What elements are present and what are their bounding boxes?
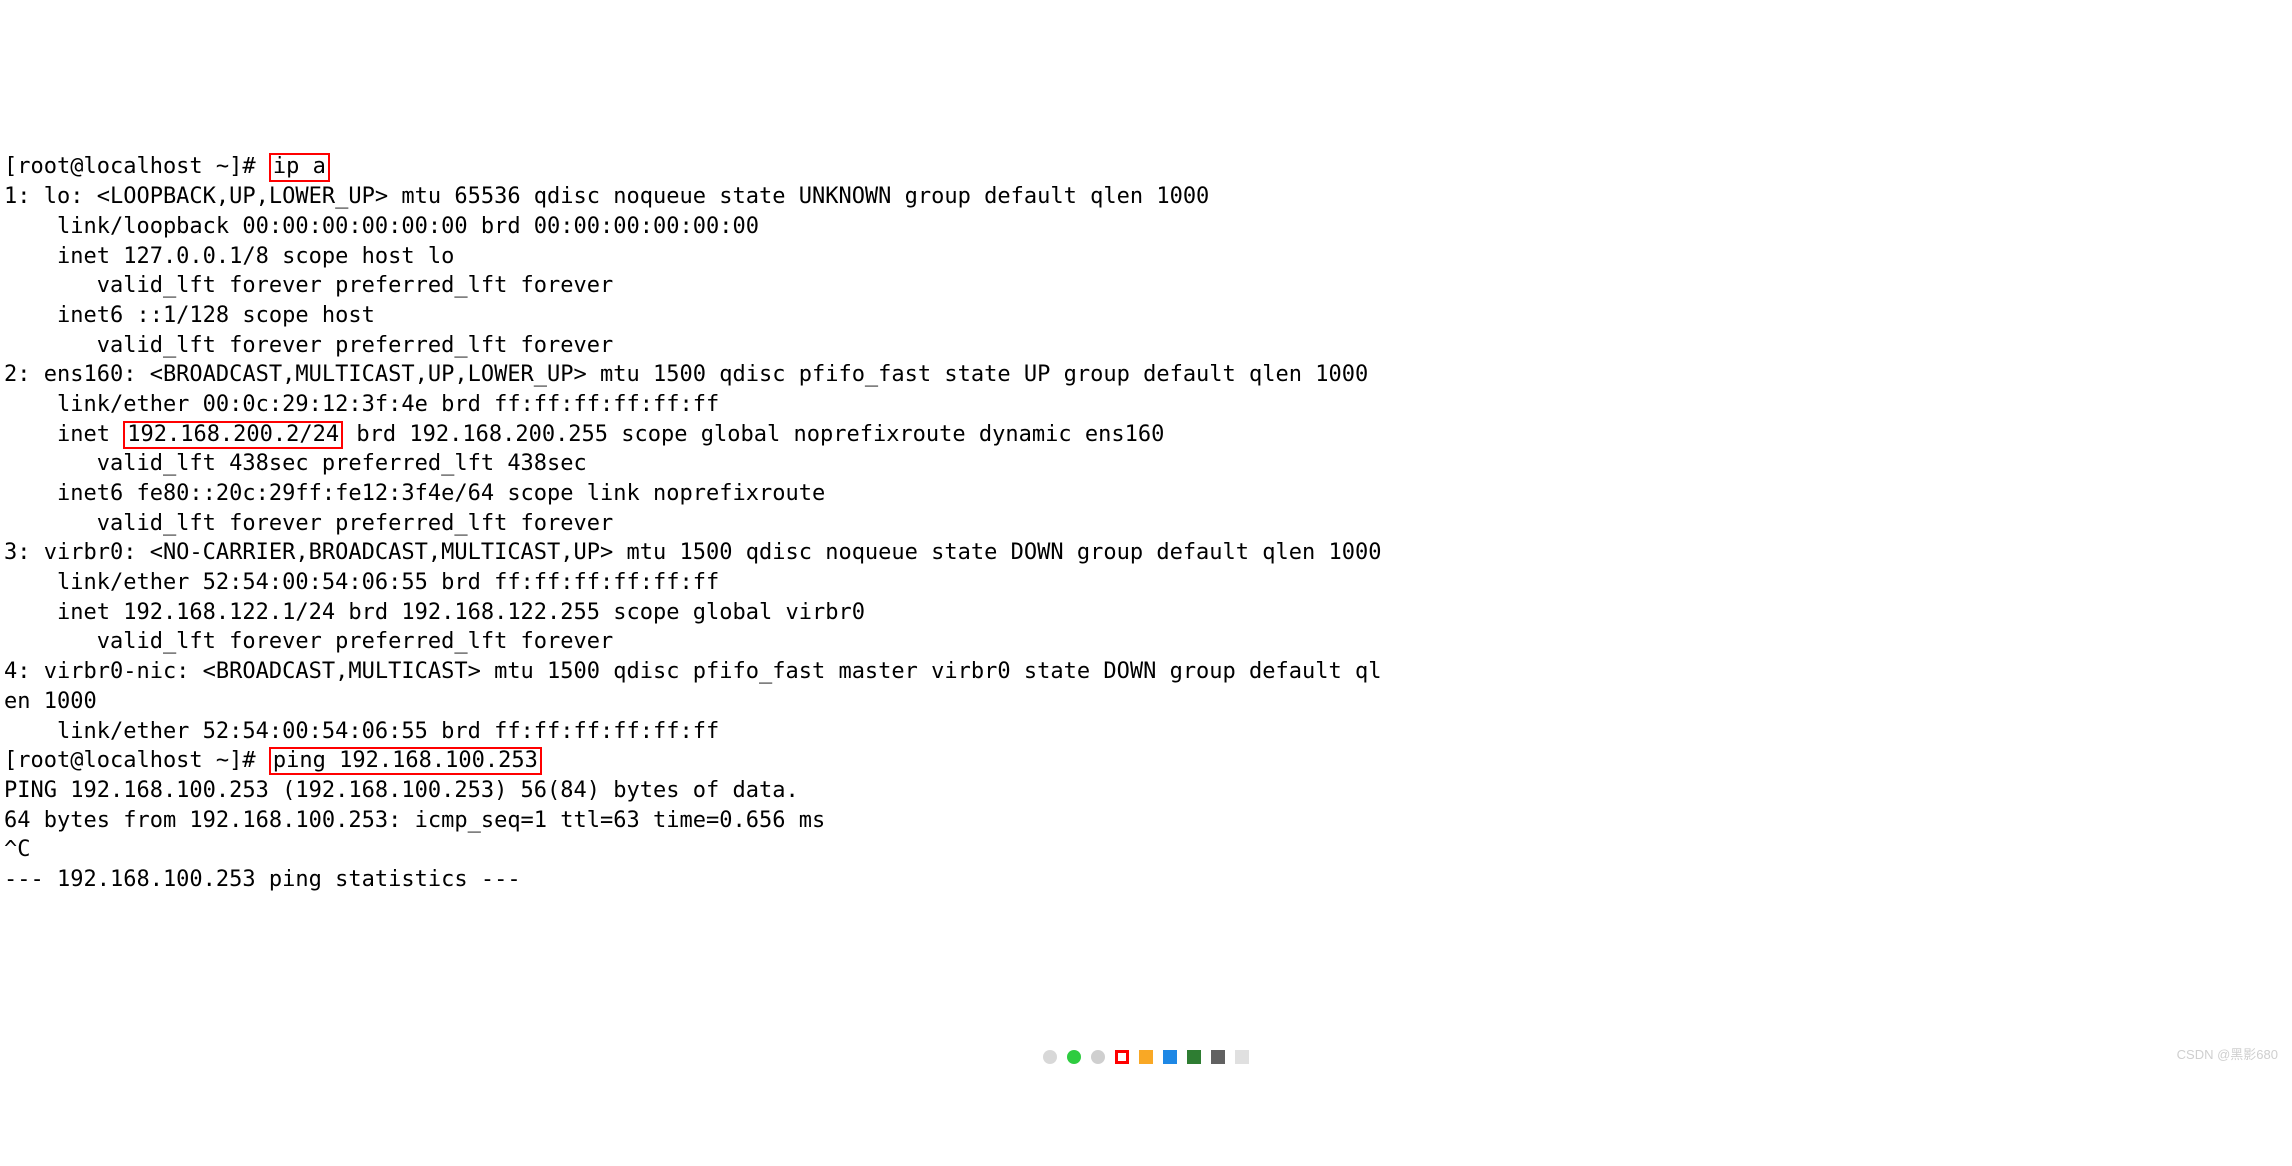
dot-2[interactable]: [1067, 1050, 1081, 1064]
ping-line-2: 64 bytes from 192.168.100.253: icmp_seq=…: [4, 808, 825, 833]
if1-header: 1: lo: <LOOPBACK,UP,LOWER_UP> mtu 65536 …: [4, 184, 1209, 209]
ping-line-3: ^C: [4, 837, 31, 862]
cmd-ip-a: ip a: [269, 153, 330, 181]
prompt-line-2[interactable]: [root@localhost ~]# ping 192.168.100.253: [4, 748, 542, 773]
prompt-prefix: [root@localhost ~]#: [4, 748, 269, 773]
if3-header: 3: virbr0: <NO-CARRIER,BROADCAST,MULTICA…: [4, 540, 1382, 565]
if2-valid2: valid_lft forever preferred_lft forever: [4, 511, 613, 536]
if4-header-a: 4: virbr0-nic: <BROADCAST,MULTICAST> mtu…: [4, 659, 1382, 684]
if2-inet6: inet6 fe80::20c:29ff:fe12:3f4e/64 scope …: [4, 481, 825, 506]
if1-valid1: valid_lft forever preferred_lft forever: [4, 273, 613, 298]
square-5[interactable]: [1235, 1050, 1249, 1064]
if2-header: 2: ens160: <BROADCAST,MULTICAST,UP,LOWER…: [4, 362, 1368, 387]
if1-valid2: valid_lft forever preferred_lft forever: [4, 333, 613, 358]
square-1[interactable]: [1139, 1050, 1153, 1064]
if1-inet: inet 127.0.0.1/8 scope host lo: [4, 244, 454, 269]
prompt-prefix: [root@localhost ~]#: [4, 154, 269, 179]
square-4[interactable]: [1211, 1050, 1225, 1064]
if4-header-b: en 1000: [4, 689, 97, 714]
if2-inet: inet 192.168.200.2/24 brd 192.168.200.25…: [4, 422, 1164, 447]
square-outline[interactable]: [1115, 1050, 1129, 1064]
ping-line-4: --- 192.168.100.253 ping statistics ---: [4, 867, 521, 892]
if1-inet6: inet6 ::1/128 scope host: [4, 303, 375, 328]
cmd-ping: ping 192.168.100.253: [269, 747, 542, 775]
if2-link: link/ether 00:0c:29:12:3f:4e brd ff:ff:f…: [4, 392, 719, 417]
if2-inet-post: brd 192.168.200.255 scope global noprefi…: [343, 422, 1164, 447]
if2-inet-pre: inet: [4, 422, 123, 447]
if1-link: link/loopback 00:00:00:00:00:00 brd 00:0…: [4, 214, 759, 239]
prompt-line-1[interactable]: [root@localhost ~]# ip a: [4, 154, 330, 179]
pager-dots: [1043, 1050, 1249, 1064]
watermark: CSDN @黑影680: [2177, 1046, 2278, 1064]
ping-line-1: PING 192.168.100.253 (192.168.100.253) 5…: [4, 778, 799, 803]
if2-ip-highlight: 192.168.200.2/24: [123, 421, 343, 449]
if2-valid1: valid_lft 438sec preferred_lft 438sec: [4, 451, 587, 476]
if3-link: link/ether 52:54:00:54:06:55 brd ff:ff:f…: [4, 570, 719, 595]
square-3[interactable]: [1187, 1050, 1201, 1064]
dot-3[interactable]: [1091, 1050, 1105, 1064]
square-2[interactable]: [1163, 1050, 1177, 1064]
if3-valid1: valid_lft forever preferred_lft forever: [4, 629, 613, 654]
if3-inet: inet 192.168.122.1/24 brd 192.168.122.25…: [4, 600, 865, 625]
dot-1[interactable]: [1043, 1050, 1057, 1064]
terminal-output: [root@localhost ~]# ip a 1: lo: <LOOPBAC…: [4, 123, 2288, 895]
if4-link: link/ether 52:54:00:54:06:55 brd ff:ff:f…: [4, 719, 719, 744]
